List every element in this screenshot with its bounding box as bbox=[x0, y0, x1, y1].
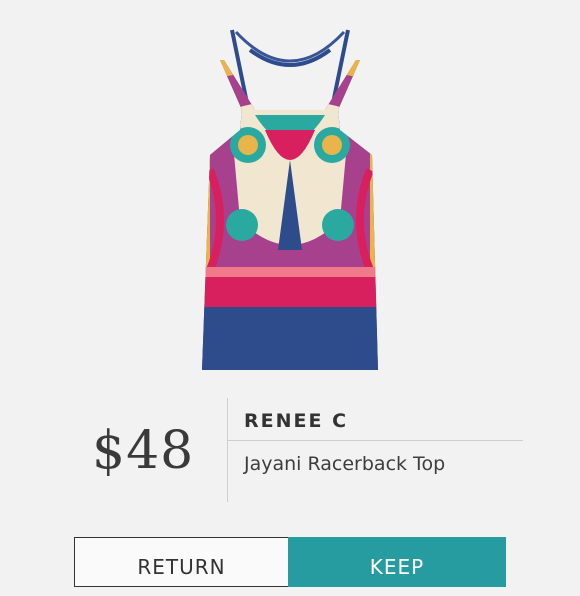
product-name: Jayani Racerback Top bbox=[244, 453, 446, 475]
vertical-divider bbox=[227, 398, 228, 502]
product-image bbox=[170, 20, 410, 380]
brand-name: RENEE C bbox=[244, 410, 349, 432]
horizontal-divider bbox=[227, 440, 523, 441]
price: $48 bbox=[92, 421, 195, 481]
